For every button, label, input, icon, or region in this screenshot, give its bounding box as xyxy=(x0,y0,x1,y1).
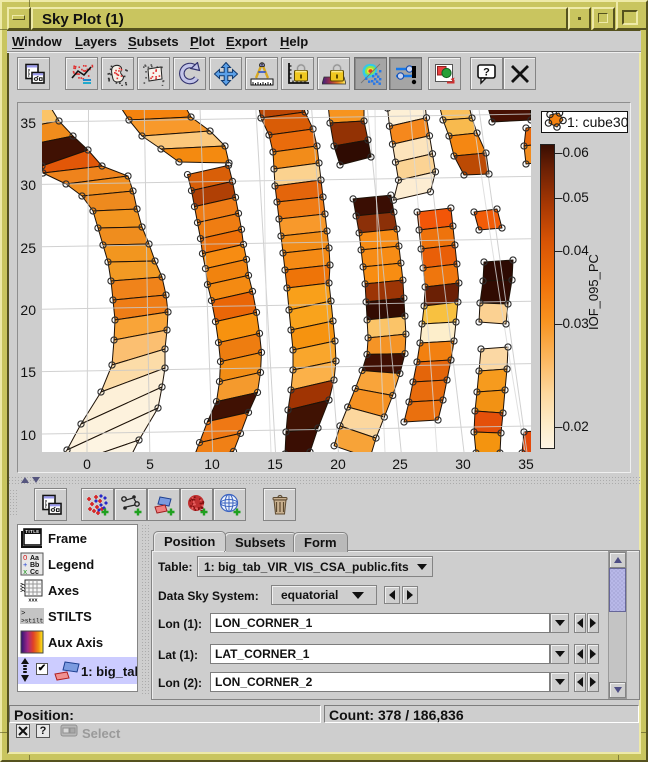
svg-text:yyy: yyy xyxy=(20,582,26,592)
svg-text:x: x xyxy=(23,569,27,576)
svg-text:Cc: Cc xyxy=(30,569,39,576)
svg-text:IOF_095_PC: IOF_095_PC xyxy=(586,254,601,330)
svg-text:>stilts: >stilts xyxy=(21,618,44,625)
svg-text:xxx: xxx xyxy=(28,598,38,603)
svg-text:Bb: Bb xyxy=(30,562,39,569)
svg-text:?: ? xyxy=(483,66,490,78)
svg-text:TITLE: TITLE xyxy=(25,529,39,534)
svg-text:Aa: Aa xyxy=(30,555,39,562)
